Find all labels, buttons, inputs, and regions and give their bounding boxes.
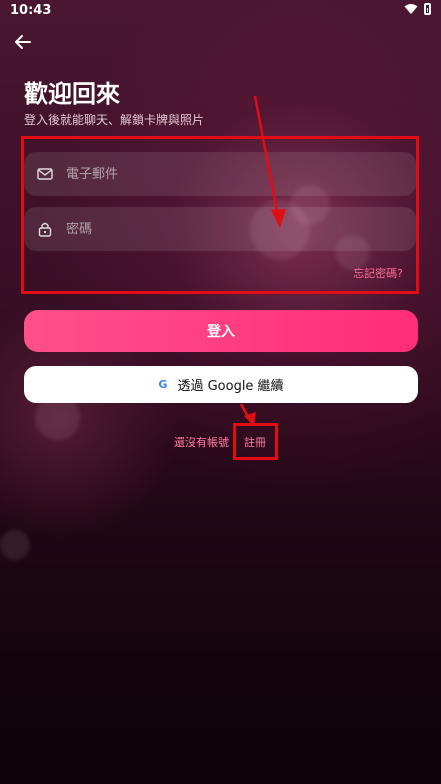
google-login-button[interactable]: G 透過 Google 繼續 [24,366,418,403]
wifi-icon [404,4,418,14]
no-account-text: 還沒有帳號 [174,436,229,449]
google-button-label: 透過 Google 繼續 [177,379,284,394]
status-icons [404,3,431,15]
battery-icon [424,3,431,15]
google-icon: G [158,378,168,391]
page-subtitle: 登入後就能聊天、解鎖卡牌與照片 [24,113,205,127]
login-button[interactable]: 登入 [24,310,418,352]
back-arrow-icon[interactable] [12,31,34,53]
page-title: 歡迎回來 [24,80,120,108]
annotation-arrow-register [239,403,253,423]
bokeh-decoration [0,530,30,560]
form-highlight-box [21,136,419,294]
register-highlight-box [233,423,278,460]
status-time: 10:43 [10,3,52,18]
status-bar: 10:43 [0,0,441,22]
